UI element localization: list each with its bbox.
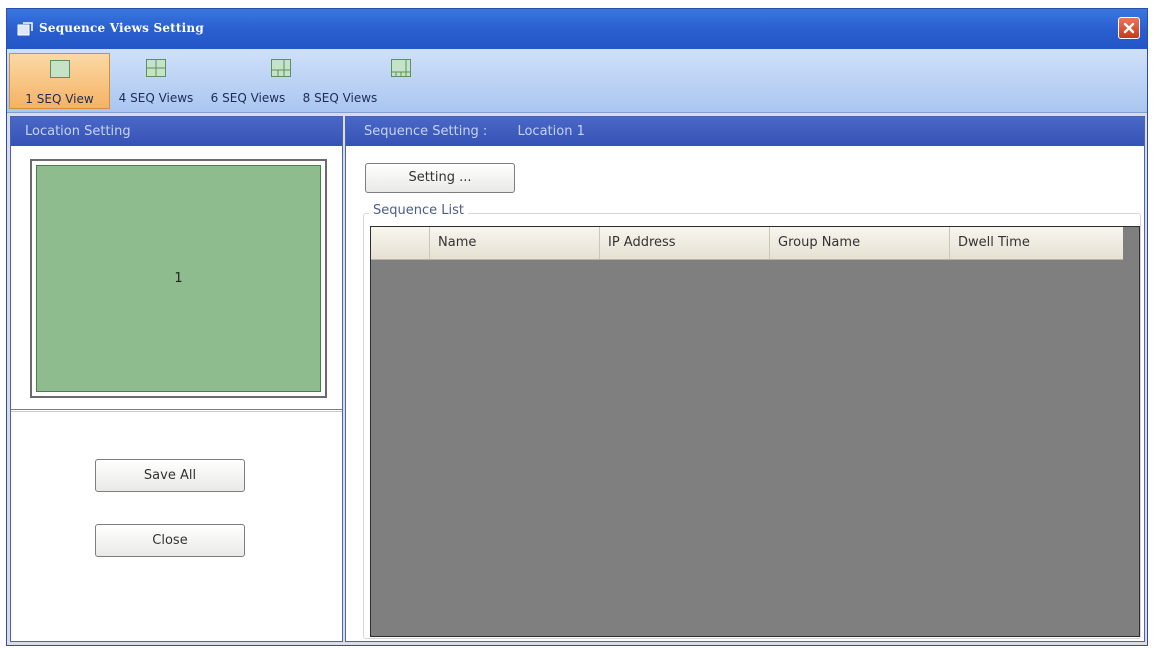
panel-divider: [11, 409, 342, 412]
title-bar[interactable]: Sequence Views Setting: [7, 9, 1147, 49]
column-header-name[interactable]: Name: [429, 227, 599, 259]
sequence-setting-title: Sequence Setting :: [364, 124, 488, 139]
sequence-list-table[interactable]: Name IP Address Group Name Dwell Time: [370, 226, 1140, 637]
one-seq-view-label: 1 SEQ View: [25, 92, 94, 106]
six-seq-views-label: 6 SEQ Views: [210, 91, 286, 105]
one-seq-view-button[interactable]: 1 SEQ View: [9, 53, 110, 109]
single-view-icon: [50, 60, 70, 78]
column-header-ip-address[interactable]: IP Address: [599, 227, 769, 259]
eight-seq-views-label: 8 SEQ Views: [302, 91, 378, 105]
view-layout-toolbar: 1 SEQ View 4 SEQ Views 6 SEQ Views 8 SEQ…: [7, 49, 1147, 113]
four-seq-views-button[interactable]: 4 SEQ Views: [111, 53, 201, 109]
save-all-button[interactable]: Save All: [95, 459, 245, 492]
location-setting-header: Location Setting: [11, 117, 342, 146]
location-setting-title: Location Setting: [25, 124, 131, 139]
eight-view-icon: [391, 59, 411, 77]
six-seq-views-button[interactable]: 6 SEQ Views: [203, 53, 293, 109]
close-icon: [1123, 22, 1135, 34]
sequence-views-window: Sequence Views Setting 1 SEQ View 4 SEQ …: [6, 8, 1148, 646]
column-header-group-name[interactable]: Group Name: [769, 227, 949, 259]
window-title: Sequence Views Setting: [39, 21, 204, 35]
setting-button[interactable]: Setting ...: [365, 163, 515, 193]
table-header: Name IP Address Group Name Dwell Time: [371, 227, 1123, 260]
sequence-list-legend: Sequence List: [369, 203, 468, 218]
quad-view-icon: [146, 59, 166, 77]
location-cell-1[interactable]: 1: [36, 165, 321, 392]
close-window-button[interactable]: [1118, 17, 1140, 39]
location-setting-panel: Location Setting 1 Save All Close: [10, 116, 343, 642]
close-button[interactable]: Close: [95, 524, 245, 557]
four-seq-views-label: 4 SEQ Views: [118, 91, 194, 105]
location-preview: 1: [30, 159, 327, 398]
column-header-dwell-time[interactable]: Dwell Time: [949, 227, 1123, 259]
six-view-icon: [271, 59, 291, 77]
sequence-setting-header: Sequence Setting : Location 1: [346, 117, 1144, 146]
current-location-label: Location 1: [517, 124, 585, 139]
eight-seq-views-button[interactable]: 8 SEQ Views: [295, 53, 411, 109]
row-selector-header: [371, 227, 429, 259]
app-icon: [17, 22, 33, 36]
location-cell-label: 1: [174, 271, 183, 286]
sequence-setting-panel: Sequence Setting : Location 1 Setting ..…: [345, 116, 1145, 642]
